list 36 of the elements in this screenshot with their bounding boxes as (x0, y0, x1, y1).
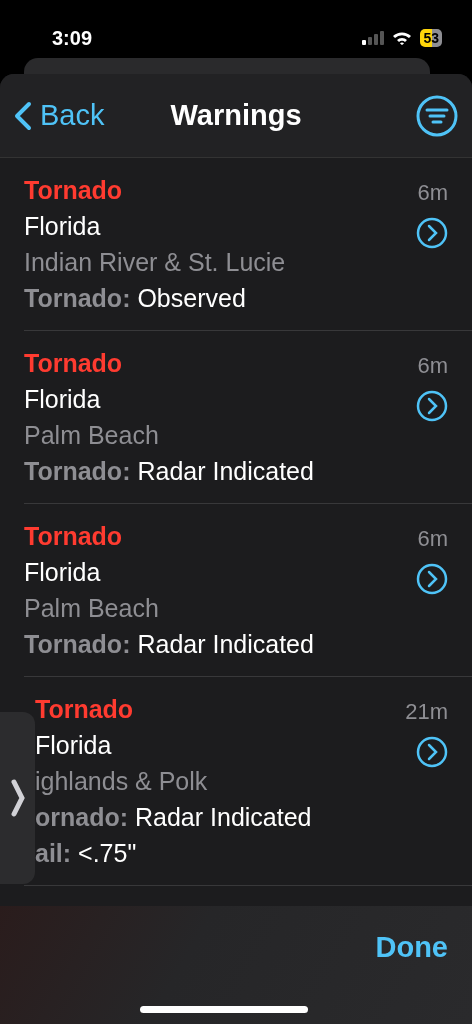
warning-detail: Tornado: Radar Indicated (24, 456, 314, 487)
done-button[interactable]: Done (375, 926, 448, 970)
warning-detail: ail: <.75" (35, 838, 137, 869)
chevron-right-icon (10, 778, 25, 818)
nav-title: Warnings (170, 97, 302, 133)
back-chevron-icon (14, 100, 32, 131)
warning-detail: ornado: Radar Indicated (35, 802, 312, 833)
warning-area: ighlands & Polk (35, 763, 208, 799)
warning-state: Florida (24, 557, 101, 588)
chevron-circle-icon[interactable] (416, 217, 448, 249)
warning-area: Palm Beach (24, 590, 159, 626)
warning-type: Tornado (24, 348, 123, 379)
warning-detail: Tornado: Radar Indicated (24, 629, 314, 660)
warning-age: 6m (417, 525, 448, 553)
warning-type: Tornado (24, 175, 123, 206)
chevron-circle-icon[interactable] (416, 563, 448, 595)
warning-state: Florida (35, 730, 112, 761)
warning-type: Tornado (35, 694, 134, 725)
warning-age: 6m (417, 352, 448, 380)
battery-icon: 53 (420, 29, 442, 47)
status-time: 3:09 (52, 26, 93, 51)
warning-state: Florida (24, 384, 101, 415)
signal-icon (362, 31, 385, 45)
warning-type: Tornado (24, 521, 123, 552)
warning-age: 6m (417, 179, 448, 207)
chevron-circle-icon[interactable] (416, 736, 448, 768)
side-handle[interactable] (0, 712, 35, 884)
warning-detail: Tornado: Observed (24, 283, 246, 314)
chevron-circle-icon[interactable] (416, 390, 448, 422)
warning-area: Palm Beach (24, 417, 159, 453)
warning-area: Indian River & St. Lucie (24, 244, 286, 280)
filter-icon[interactable] (416, 94, 458, 137)
wifi-icon (392, 31, 413, 45)
back-button[interactable]: Back (14, 93, 105, 138)
warning-state: Florida (24, 211, 101, 242)
warning-age: 21m (405, 698, 448, 726)
